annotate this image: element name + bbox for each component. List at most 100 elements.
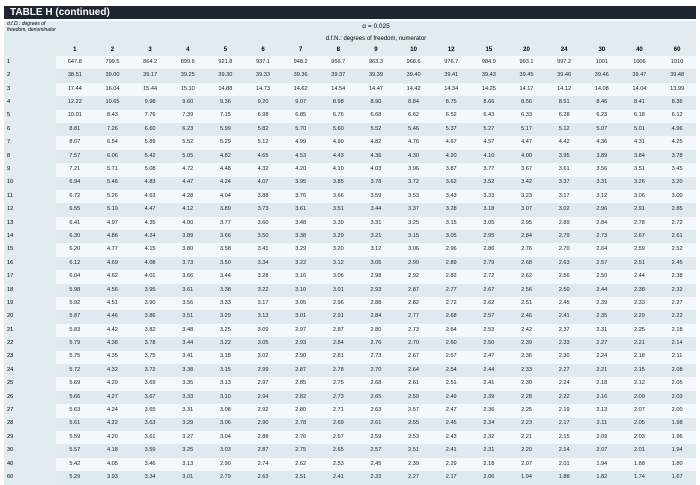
critical-value-cell: 2.96: [582, 203, 621, 217]
critical-value-cell: 2.68: [357, 377, 395, 391]
critical-value-cell: 2.57: [432, 350, 471, 364]
critical-value-cell: 14.34: [432, 82, 471, 97]
critical-value-cell: 4.29: [93, 377, 132, 391]
critical-value-cell: 4.99: [281, 136, 320, 150]
critical-value-cell: 3.65: [131, 404, 169, 418]
critical-value-cell: 3.38: [168, 363, 207, 378]
table-row: 29 5.59 4.20 3.61 3.27 3.04 2.88 2.76 2.67 2.59 2.…: [4, 430, 696, 445]
critical-value-cell: 5.57: [56, 444, 94, 458]
critical-value-cell: 2.13: [582, 404, 621, 418]
critical-value-cell: 3.16: [281, 270, 320, 284]
critical-value-cell: 2.38: [658, 270, 696, 284]
critical-value-cell: 3.76: [281, 189, 320, 204]
numerator-df-header: 4: [168, 44, 207, 56]
critical-value-cell: 4.42: [545, 136, 583, 150]
critical-value-cell: 1.94: [658, 444, 696, 458]
denominator-df-cell: 14: [4, 230, 56, 244]
critical-value-cell: 2.88: [357, 297, 395, 311]
denominator-header: d.f.D.: degrees of freedom, denominator: [4, 21, 56, 56]
critical-value-cell: 799.5: [93, 56, 132, 70]
critical-value-cell: 3.09: [244, 323, 282, 338]
numerator-df-header: 12: [432, 44, 471, 56]
critical-value-cell: 2.30: [545, 350, 583, 364]
critical-value-cell: 6.72: [56, 189, 94, 204]
critical-value-cell: 8.84: [394, 96, 433, 110]
critical-value-cell: 2.89: [432, 256, 471, 271]
critical-value-cell: 6.33: [507, 109, 546, 123]
critical-value-cell: 15.10: [168, 82, 207, 97]
critical-value-cell: 4.83: [131, 176, 169, 190]
critical-value-cell: 2.73: [394, 323, 433, 338]
critical-value-cell: 2.09: [582, 430, 621, 445]
critical-value-cell: 2.94: [244, 390, 282, 405]
critical-value-cell: 1.98: [658, 417, 696, 431]
critical-value-cell: 3.44: [168, 337, 207, 351]
denominator-df-cell: 6: [4, 122, 56, 137]
table-row: 40 5.42 4.05 3.46 3.13 2.90 2.74 2.62 2.53 2.45 2.…: [4, 457, 696, 472]
table-row: 8 7.57 6.06 5.42 5.05 4.82 4.65 4.53 4.43 4.36 4.3…: [4, 149, 696, 164]
table-row: 15 6.20 4.77 4.15 3.80 3.58 3.41 3.29 3.20 3.12 3.…: [4, 243, 696, 257]
critical-value-cell: 2.72: [470, 270, 508, 284]
critical-value-cell: 7.57: [56, 149, 94, 164]
denominator-df-cell: 8: [4, 149, 56, 164]
critical-value-cell: 39.25: [168, 69, 207, 83]
critical-value-cell: 3.26: [620, 176, 659, 190]
critical-value-cell: 2.38: [620, 283, 659, 298]
table-row: 24 5.72 4.32 3.72 3.38 3.15 2.99 2.87 2.78 2.70 2.…: [4, 363, 696, 378]
critical-value-cell: 2.15: [620, 363, 659, 378]
critical-value-cell: 39.46: [582, 69, 621, 83]
critical-value-cell: 3.13: [168, 457, 207, 472]
critical-value-cell: 2.63: [244, 471, 282, 485]
table-row: 12 6.55 5.10 4.47 4.12 3.89 3.73 3.61 3.51 3.44 3.…: [4, 203, 696, 217]
critical-value-cell: 5.01: [620, 122, 659, 137]
critical-value-cell: 4.10: [470, 149, 508, 164]
critical-value-cell: 3.86: [131, 310, 169, 324]
critical-value-cell: 2.72: [658, 216, 696, 231]
table-row: 1 647.8 799.5 864.2 899.6 921.8 937.1 948.2 956.…: [4, 56, 696, 70]
critical-value-cell: 2.57: [357, 444, 395, 458]
critical-value-cell: 3.20: [319, 243, 358, 257]
critical-value-cell: 2.70: [545, 243, 583, 257]
critical-value-cell: 6.62: [394, 109, 433, 123]
critical-value-cell: 2.85: [658, 203, 696, 217]
critical-value-cell: 2.92: [244, 404, 282, 418]
critical-value-cell: 2.82: [432, 270, 471, 284]
critical-value-cell: 2.19: [545, 404, 583, 418]
critical-value-cell: 3.06: [319, 270, 358, 284]
critical-value-cell: 2.87: [319, 323, 358, 338]
critical-value-cell: 3.78: [131, 337, 169, 351]
critical-value-cell: 3.44: [357, 203, 395, 217]
numerator-df-header: 6: [244, 44, 282, 56]
critical-value-cell: 2.90: [281, 350, 320, 364]
critical-value-cell: 14.88: [206, 82, 245, 97]
critical-value-cell: 5.12: [244, 136, 282, 150]
critical-value-cell: 7.21: [56, 163, 94, 177]
critical-value-cell: 2.91: [620, 203, 659, 217]
critical-value-cell: 2.07: [582, 444, 621, 458]
critical-value-cell: 3.44: [206, 270, 245, 284]
numerator-header: d.f.N.: degrees of freedom, numerator: [56, 33, 696, 44]
numerator-df-header: 2: [93, 44, 132, 56]
critical-value-cell: 2.33: [620, 297, 659, 311]
critical-value-cell: 2.39: [470, 390, 508, 405]
critical-value-cell: 3.08: [206, 404, 245, 418]
critical-value-cell: 4.24: [131, 230, 169, 244]
critical-value-cell: 2.27: [658, 297, 696, 311]
critical-value-cell: 3.52: [470, 176, 508, 190]
critical-value-cell: 6.55: [56, 203, 94, 217]
critical-value-cell: 2.09: [620, 390, 659, 405]
critical-value-cell: 2.55: [394, 417, 433, 431]
critical-value-cell: 3.46: [131, 457, 169, 472]
critical-value-cell: 2.00: [658, 404, 696, 418]
table-row: 30 5.57 4.18 3.59 3.25 3.03 2.87 2.75 2.65 2.57 2.…: [4, 444, 696, 458]
critical-value-cell: 3.88: [244, 189, 282, 204]
critical-value-cell: 2.93: [281, 337, 320, 351]
critical-value-cell: 2.25: [507, 404, 546, 418]
numerator-df-header: 3: [131, 44, 169, 56]
critical-value-cell: 2.18: [582, 377, 621, 391]
critical-value-cell: 3.15: [394, 230, 433, 244]
critical-value-cell: 3.13: [206, 377, 245, 391]
critical-value-cell: 3.95: [131, 283, 169, 298]
critical-value-cell: 5.70: [281, 122, 320, 137]
critical-value-cell: 3.01: [281, 310, 320, 324]
